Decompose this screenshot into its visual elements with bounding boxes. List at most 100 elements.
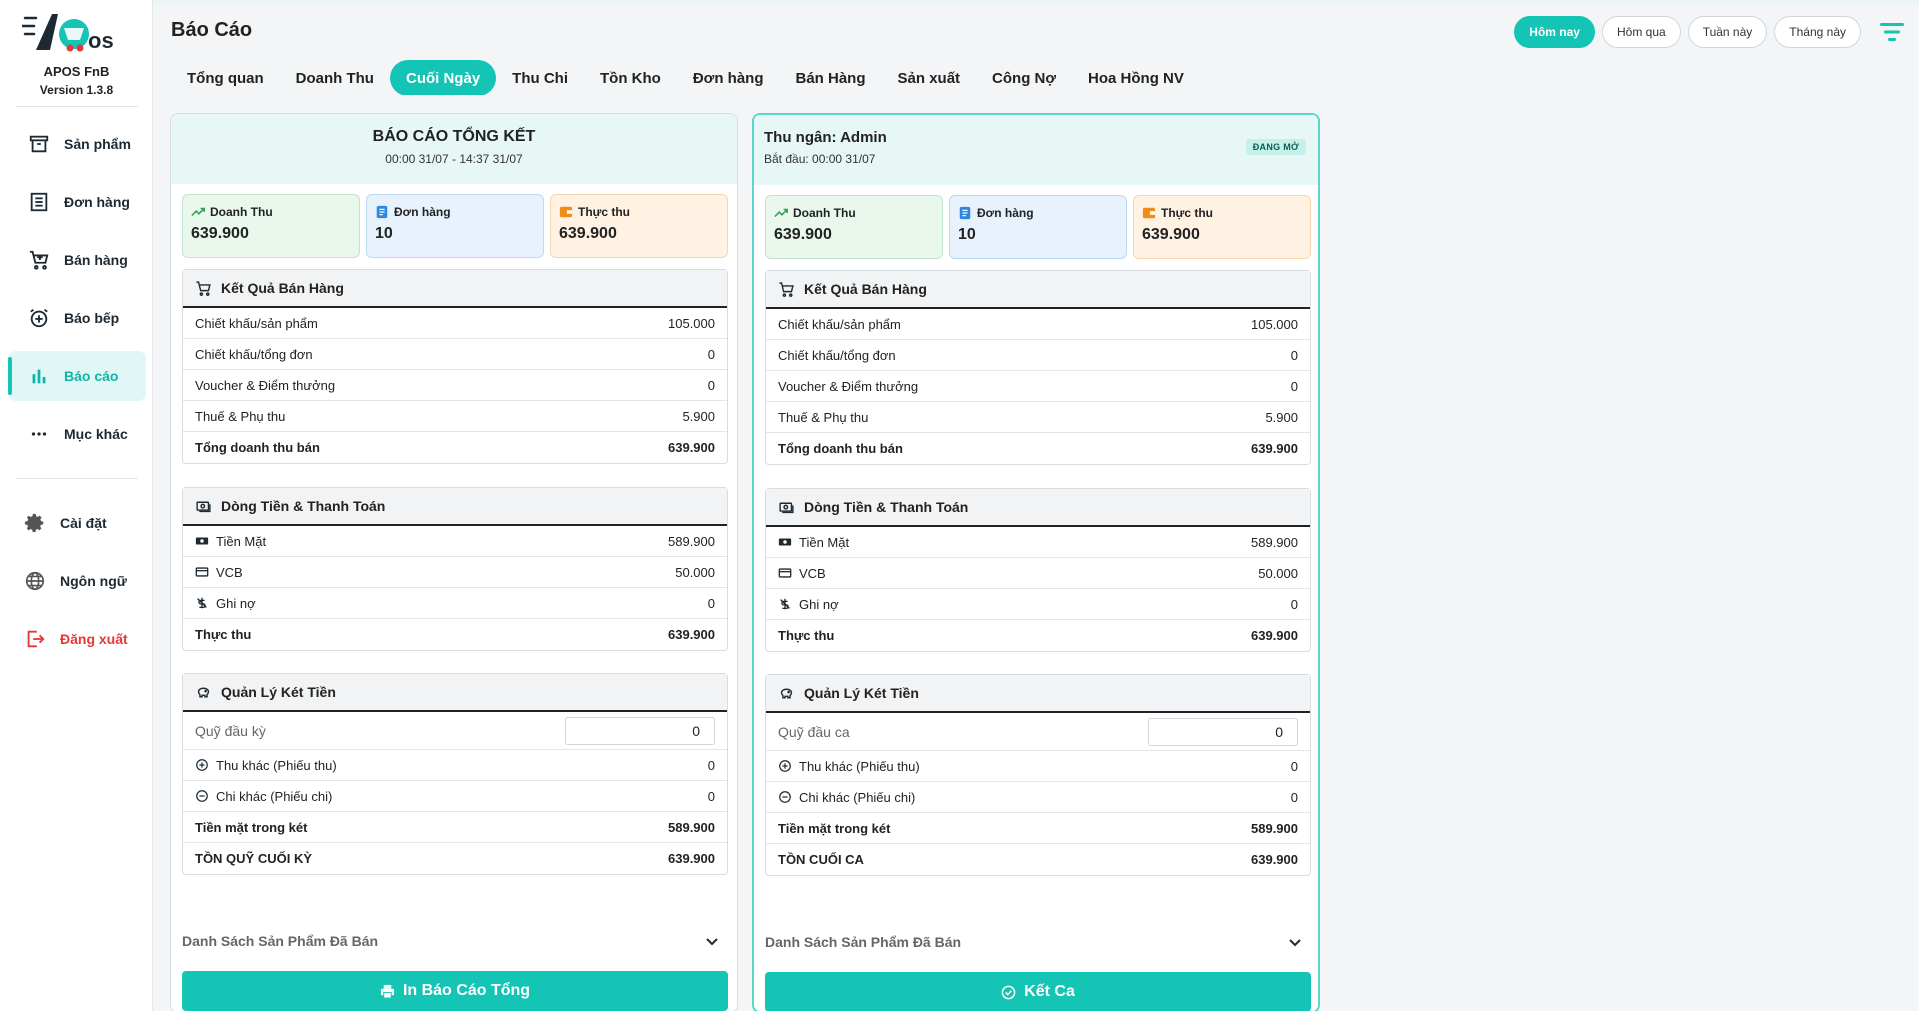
row-label: Chi khác (Phiếu chi) bbox=[799, 789, 916, 805]
tab-overview[interactable]: Tổng quan bbox=[171, 60, 280, 96]
stat-label: Đơn hàng bbox=[394, 205, 451, 219]
cashbox-section: Quản Lý Két Tiền Quỹ đầu ca Thu khác (Ph… bbox=[765, 674, 1311, 876]
plus-circle-icon bbox=[196, 759, 208, 771]
row-label: Tổng doanh thu bán bbox=[195, 440, 320, 455]
stat-cards: Doanh Thu 639.900 Đơn hàng 10 Thực thu 6… bbox=[182, 194, 728, 258]
table-row: Chiết khấu/tổng đơn 0 bbox=[766, 340, 1310, 371]
alarm-icon bbox=[30, 308, 48, 328]
svg-text:os: os bbox=[88, 28, 114, 53]
table-row: Thuế & Phụ thu 5.900 bbox=[766, 402, 1310, 433]
tab-revenue[interactable]: Doanh Thu bbox=[280, 60, 390, 96]
panel-time-range: 00:00 31/07 - 14:37 31/07 bbox=[385, 152, 523, 166]
section-title: Dòng Tiền & Thanh Toán bbox=[804, 499, 969, 515]
chevron-down-icon bbox=[706, 938, 718, 946]
opening-fund-row: Quỹ đầu kỳ bbox=[183, 712, 727, 750]
row-label: TỒN QUỸ CUỐI KỲ bbox=[195, 851, 313, 866]
row-label: Voucher & Điểm thưởng bbox=[195, 377, 336, 393]
stat-value: 10 bbox=[958, 226, 976, 243]
wallet-icon bbox=[1142, 207, 1156, 219]
debt-icon bbox=[780, 598, 790, 610]
close-shift-button[interactable]: Kết Ca bbox=[765, 972, 1311, 1011]
sidebar-item-settings[interactable]: Cài đặt bbox=[8, 498, 146, 548]
row-label: Chi khác (Phiếu chi) bbox=[216, 788, 333, 804]
row-label: Chiết khấu/sản phẩm bbox=[195, 315, 318, 331]
row-label: Thuế & Phụ thu bbox=[195, 408, 286, 424]
tab-income-expense[interactable]: Thu Chi bbox=[496, 60, 584, 96]
stat-card-revenue: Doanh Thu 639.900 bbox=[182, 194, 360, 258]
row-value: 639.900 bbox=[1251, 628, 1298, 643]
row-label: Quỹ đầu kỳ bbox=[195, 722, 266, 739]
panel-header: Thu ngân: Admin Bắt đầu: 00:00 31/07 ĐAN… bbox=[754, 115, 1318, 185]
table-row: Tiền Mặt 589.900 bbox=[183, 526, 727, 557]
sidebar-item-logout[interactable]: Đăng xuất bbox=[8, 614, 146, 664]
sold-products-toggle[interactable]: Danh Sách Sản Phẩm Đã Bán bbox=[182, 921, 728, 961]
date-filter-yesterday[interactable]: Hôm qua bbox=[1601, 16, 1681, 48]
stat-value: 639.900 bbox=[1142, 226, 1200, 243]
button-label: In Báo Cáo Tổng bbox=[402, 982, 531, 999]
row-value: 0 bbox=[1290, 758, 1298, 774]
table-row: Chiết khấu/tổng đơn 0 bbox=[183, 339, 727, 370]
row-label: Thu khác (Phiếu thu) bbox=[216, 757, 337, 773]
row-value: 589.900 bbox=[668, 819, 715, 835]
date-filter-this-week[interactable]: Tuần này bbox=[1687, 16, 1768, 48]
row-label: Tiền mặt trong két bbox=[195, 819, 308, 835]
tab-inventory[interactable]: Tồn Kho bbox=[584, 60, 677, 96]
tab-end-of-day[interactable]: Cuối Ngày bbox=[389, 60, 497, 96]
sold-products-label: Danh Sách Sản Phẩm Đã Bán bbox=[765, 934, 962, 950]
piggy-bank-icon bbox=[197, 687, 210, 697]
sidebar-item-orders[interactable]: Đơn hàng bbox=[8, 177, 146, 227]
sidebar-item-label: Đơn hàng bbox=[64, 194, 130, 210]
card-icon bbox=[778, 568, 792, 578]
row-label: Quỹ đầu ca bbox=[778, 723, 850, 740]
table-row: Chiết khấu/sản phẩm 105.000 bbox=[183, 308, 727, 339]
shift-opening-fund-input[interactable] bbox=[1148, 717, 1298, 746]
sidebar-item-sales[interactable]: Bán hàng bbox=[8, 235, 146, 285]
table-row: VCB 50.000 bbox=[766, 558, 1310, 589]
row-value: 639.900 bbox=[1251, 852, 1298, 867]
row-label: Ghi nợ bbox=[799, 596, 839, 612]
stat-label: Thực thu bbox=[1161, 206, 1214, 220]
row-label: Chiết khấu/tổng đơn bbox=[778, 347, 896, 363]
tab-commission[interactable]: Hoa Hồng NV bbox=[1072, 60, 1200, 96]
more-icon bbox=[31, 432, 47, 436]
opening-fund-input[interactable] bbox=[565, 716, 715, 745]
row-label: Thực thu bbox=[778, 628, 835, 643]
page-title: Báo Cáo bbox=[171, 19, 253, 41]
table-row: Voucher & Điểm thưởng 0 bbox=[183, 370, 727, 401]
row-label: Tổng doanh thu bán bbox=[778, 441, 903, 456]
tab-sales[interactable]: Bán Hàng bbox=[780, 60, 882, 96]
tab-debt[interactable]: Công Nợ bbox=[976, 60, 1072, 96]
tab-production[interactable]: Sản xuất bbox=[882, 60, 977, 96]
row-value: 50.000 bbox=[1258, 565, 1298, 581]
sidebar-item-language[interactable]: Ngôn ngữ bbox=[8, 556, 146, 606]
section-title: Quản Lý Két Tiền bbox=[221, 684, 336, 700]
row-value: 0 bbox=[707, 757, 715, 773]
row-label: TỒN CUỐI CA bbox=[778, 852, 864, 867]
row-label: Thực thu bbox=[195, 627, 252, 642]
debt-icon bbox=[197, 597, 207, 609]
cashbox-section: Quản Lý Két Tiền Quỹ đầu kỳ Thu khác (Ph… bbox=[182, 673, 728, 875]
sidebar: os APOS FnB Version 1.3.8 Sản phẩm Đơn h… bbox=[0, 0, 153, 1011]
print-summary-button[interactable]: In Báo Cáo Tổng bbox=[182, 971, 728, 1011]
filter-icon[interactable] bbox=[1879, 20, 1905, 44]
date-filter-this-month[interactable]: Tháng này bbox=[1774, 16, 1861, 48]
sold-products-toggle[interactable]: Danh Sách Sản Phẩm Đã Bán bbox=[765, 922, 1311, 962]
trend-up-icon bbox=[774, 208, 788, 218]
table-row: Chi khác (Phiếu chi) 0 bbox=[766, 782, 1310, 813]
tab-orders[interactable]: Đơn hàng bbox=[677, 60, 780, 96]
stat-card-collected: Thực thu 639.900 bbox=[550, 194, 728, 258]
money-icon bbox=[779, 502, 794, 513]
sidebar-item-products[interactable]: Sản phẩm bbox=[8, 119, 146, 169]
app-logo: os bbox=[22, 14, 114, 53]
report-content: BÁO CÁO TỔNG KẾT 00:00 31/07 - 14:37 31/… bbox=[153, 95, 1919, 1011]
date-filter-today[interactable]: Hôm nay bbox=[1514, 16, 1595, 48]
row-value: 0 bbox=[1290, 596, 1298, 612]
sidebar-item-kitchen[interactable]: Báo bếp bbox=[8, 293, 146, 343]
sidebar-item-more[interactable]: Mục khác bbox=[8, 409, 146, 459]
summary-report-panel: BÁO CÁO TỔNG KẾT 00:00 31/07 - 14:37 31/… bbox=[170, 113, 738, 1011]
sold-products-label: Danh Sách Sản Phẩm Đã Bán bbox=[182, 933, 379, 949]
row-value: 0 bbox=[707, 346, 715, 362]
sidebar-item-reports[interactable]: Báo cáo bbox=[8, 351, 146, 401]
stat-label: Thực thu bbox=[578, 205, 631, 219]
stat-card-orders: Đơn hàng 10 bbox=[949, 195, 1127, 259]
